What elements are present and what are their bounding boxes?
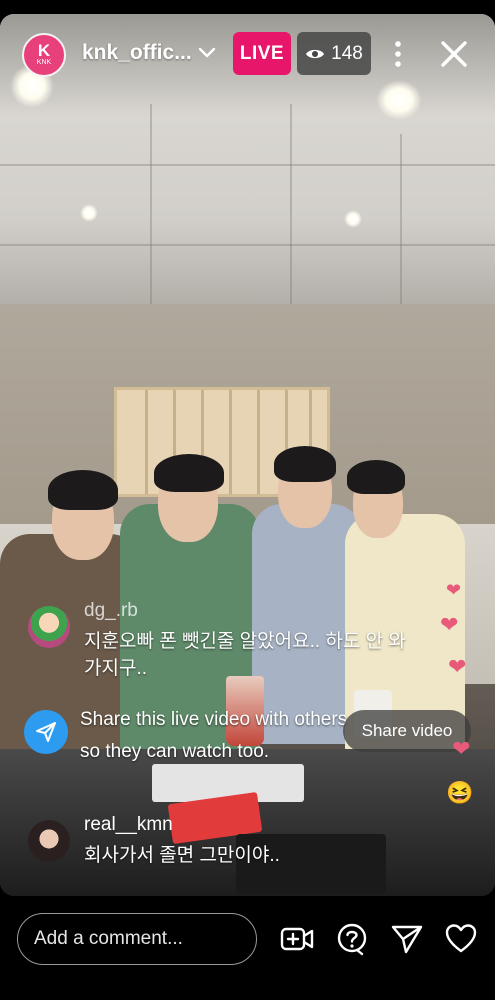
live-badge: LIVE: [233, 32, 291, 75]
heart-reaction-icon: ❤: [440, 612, 459, 637]
account-avatar[interactable]: K KNK: [22, 33, 66, 77]
add-video-icon[interactable]: [280, 922, 314, 956]
send-icon[interactable]: [390, 922, 424, 956]
comment-text: 지훈오빠 폰 뺏긴줄 알았어요.. 하도 안 와가지구..: [84, 631, 406, 679]
commenter-avatar[interactable]: [28, 820, 70, 862]
live-header: K KNK knk_offic... LIVE 148: [0, 28, 495, 80]
viewer-count-badge[interactable]: 148: [297, 32, 371, 75]
comment-text: 회사가서 졸면 그만이야..: [84, 845, 280, 866]
share-prompt-text: Share this live video with others so the…: [80, 709, 348, 762]
comment-input[interactable]: [17, 913, 257, 965]
laughing-emoji-icon: 😆: [446, 780, 474, 805]
comment-username[interactable]: dg_.rb: [84, 600, 138, 622]
comment-username[interactable]: real__kmn: [84, 814, 173, 836]
logo-text: KNK: [36, 59, 52, 66]
comment-item[interactable]: real__kmn 회사가서 졸면 그만이야..: [28, 814, 388, 874]
commenter-avatar[interactable]: [28, 606, 70, 648]
chevron-down-icon[interactable]: [196, 42, 218, 64]
heart-reaction-icon: ❤: [446, 580, 462, 600]
more-options-icon[interactable]: [388, 38, 408, 70]
heart-icon[interactable]: [444, 922, 478, 956]
heart-reaction-icon: ❤: [452, 736, 471, 761]
eye-icon: [306, 49, 325, 58]
share-arrow-icon: [24, 710, 68, 754]
account-username[interactable]: knk_offic...: [82, 41, 192, 65]
question-icon[interactable]: [335, 922, 369, 956]
logo-mark: K: [37, 41, 51, 60]
viewer-count: 148: [331, 42, 363, 64]
heart-reaction-icon: ❤: [448, 654, 467, 679]
comment-item[interactable]: dg_.rb 지훈오빠 폰 뺏긴줄 알았어요.. 하도 안 와가지구..: [28, 600, 406, 690]
close-icon[interactable]: [438, 38, 470, 70]
bottom-bar: [0, 896, 495, 1000]
